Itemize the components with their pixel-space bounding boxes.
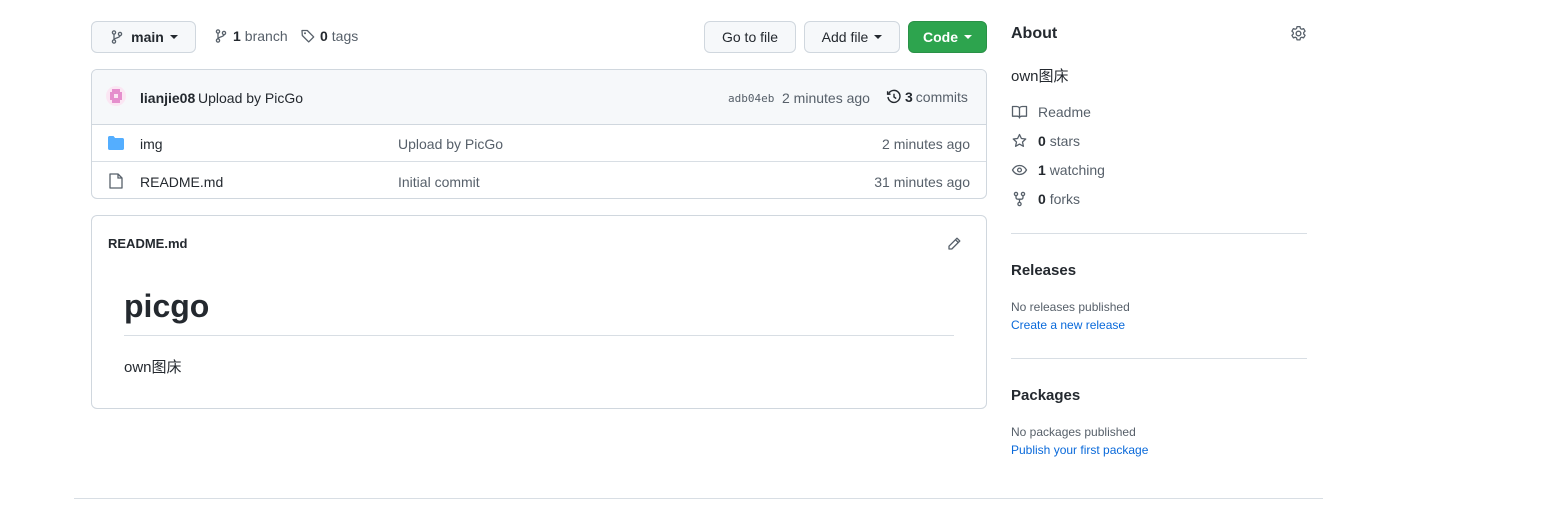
gear-icon[interactable] <box>1290 25 1307 42</box>
forks-count: 0 <box>1038 191 1046 207</box>
readme-heading: picgo <box>124 288 210 324</box>
forks-label: forks <box>1049 191 1081 207</box>
commits-link[interactable]: 3 commits <box>886 89 968 105</box>
sidebar-divider <box>1011 233 1307 234</box>
file-name[interactable]: README.md <box>140 174 223 190</box>
footer-divider <box>74 498 1323 499</box>
watching-label: watching <box>1049 162 1105 178</box>
commit-author[interactable]: lianjie08 <box>140 90 195 106</box>
about-title: About <box>1011 25 1058 42</box>
readme-label: Readme <box>1038 104 1091 120</box>
go-to-file-button[interactable]: Go to file <box>704 21 796 53</box>
git-branch-icon <box>109 29 125 45</box>
file-commit-time: 31 minutes ago <box>874 174 970 190</box>
publish-package-link[interactable]: Publish your first package <box>1011 443 1148 457</box>
code-button[interactable]: Code <box>908 21 987 53</box>
releases-empty-text: No releases published <box>1011 300 1130 314</box>
history-icon <box>886 89 902 105</box>
readme-filename[interactable]: README.md <box>108 236 187 251</box>
branch-label: branch <box>244 28 288 44</box>
folder-icon <box>108 136 124 150</box>
commit-message[interactable]: Upload by PicGo <box>198 90 303 106</box>
file-listing: lianjie08 Upload by PicGo adb04eb 2 minu… <box>91 69 987 199</box>
file-commit-message[interactable]: Initial commit <box>398 174 480 190</box>
tags-link[interactable]: 0 tags <box>300 28 358 44</box>
fork-icon <box>1011 191 1028 207</box>
tag-count: 0 <box>320 28 328 44</box>
add-file-button[interactable]: Add file <box>804 21 900 53</box>
book-icon <box>1011 104 1028 120</box>
create-release-link[interactable]: Create a new release <box>1011 318 1125 332</box>
sidebar-divider <box>1011 358 1307 359</box>
commit-count: 3 <box>905 89 913 105</box>
chevron-down-icon <box>169 35 178 39</box>
tag-icon <box>300 28 316 44</box>
packages-empty-text: No packages published <box>1011 425 1136 439</box>
readme-panel: README.md picgo own图床 <box>91 215 987 409</box>
about-description: own图床 <box>1011 68 1069 85</box>
watching-count: 1 <box>1038 162 1046 178</box>
code-label: Code <box>923 29 958 45</box>
latest-commit-bar: lianjie08 Upload by PicGo adb04eb 2 minu… <box>92 70 986 125</box>
stars-count: 0 <box>1038 133 1046 149</box>
readme-body: own图床 <box>124 359 182 376</box>
releases-title[interactable]: Releases <box>1011 262 1076 279</box>
commits-label: commits <box>915 89 968 105</box>
file-row[interactable]: img Upload by PicGo 2 minutes ago <box>92 124 986 161</box>
stars-label: stars <box>1049 133 1081 149</box>
add-file-label: Add file <box>821 29 869 45</box>
chevron-down-icon <box>964 35 972 39</box>
eye-icon <box>1011 162 1028 178</box>
commit-sha[interactable]: adb04eb <box>728 92 774 105</box>
file-name[interactable]: img <box>140 136 163 152</box>
file-icon <box>109 173 123 189</box>
chevron-down-icon <box>874 35 883 39</box>
avatar[interactable] <box>106 86 126 106</box>
readme-heading-divider <box>124 335 954 336</box>
forks-link[interactable]: 0 forks <box>1011 191 1080 207</box>
star-icon <box>1011 133 1028 149</box>
watchers-link[interactable]: 1 watching <box>1011 162 1105 178</box>
tag-label: tags <box>331 28 359 44</box>
branch-select-button[interactable]: main <box>91 21 196 53</box>
git-branch-icon <box>213 28 229 44</box>
file-commit-message[interactable]: Upload by PicGo <box>398 136 503 152</box>
stars-link[interactable]: 0 stars <box>1011 133 1080 149</box>
commit-time: 2 minutes ago <box>782 90 870 106</box>
file-row[interactable]: README.md Initial commit 31 minutes ago <box>92 161 986 198</box>
branches-link[interactable]: 1 branch <box>213 28 288 44</box>
pencil-icon[interactable] <box>946 236 962 252</box>
file-commit-time: 2 minutes ago <box>882 136 970 152</box>
packages-title[interactable]: Packages <box>1011 387 1080 404</box>
branch-count: 1 <box>233 28 241 44</box>
readme-link[interactable]: Readme <box>1011 104 1091 120</box>
branch-name: main <box>131 29 164 45</box>
